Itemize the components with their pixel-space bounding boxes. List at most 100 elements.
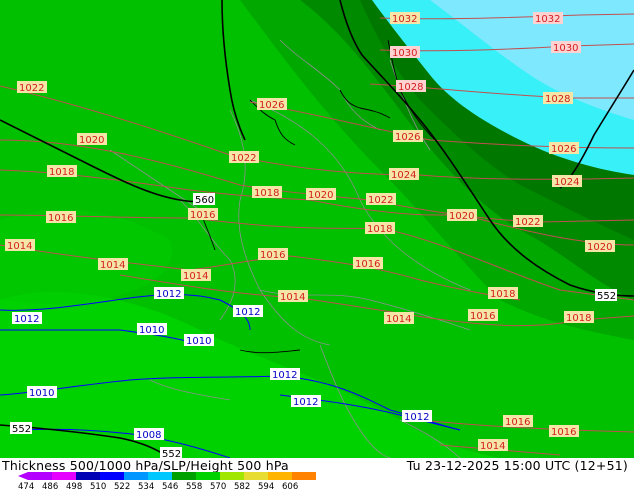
isobar-label: 1018 [488, 287, 518, 300]
svg-text:552: 552 [597, 291, 616, 302]
svg-text:1032: 1032 [392, 14, 417, 25]
svg-text:1030: 1030 [392, 48, 417, 59]
legend-swatch [268, 472, 292, 480]
isobar-label: 1016 [503, 415, 533, 428]
isobar-label: 1022 [366, 193, 396, 206]
height-label: 552 [160, 447, 182, 458]
isobar-label-blue: 1012 [154, 287, 184, 300]
isobar-label: 1018 [252, 186, 282, 199]
isobar-label-blue: 1012 [291, 395, 321, 408]
height-label: 552 [595, 289, 617, 302]
svg-text:1016: 1016 [48, 213, 73, 224]
isobar-label: 1026 [549, 142, 579, 155]
valid-time: Tu 23-12-2025 15:00 UTC (12+51) [406, 458, 628, 473]
isobar-label: 1020 [306, 188, 336, 201]
legend-swatch [196, 472, 220, 480]
svg-text:1020: 1020 [308, 190, 333, 201]
svg-text:1024: 1024 [391, 170, 416, 181]
svg-text:1014: 1014 [100, 260, 125, 271]
svg-text:1016: 1016 [355, 259, 380, 270]
legend-swatch [220, 472, 244, 480]
legend-swatch [172, 472, 196, 480]
svg-text:1016: 1016 [551, 427, 576, 438]
legend-arrow [18, 472, 28, 480]
isobar-label: 1018 [365, 222, 395, 235]
isobar-label: 1030 [551, 41, 581, 54]
isobar-label: 1028 [396, 80, 426, 93]
svg-text:1022: 1022 [515, 217, 540, 228]
legend-tick-label: 594 [258, 482, 274, 490]
legend-tick-label: 606 [282, 482, 298, 490]
svg-text:1024: 1024 [554, 177, 579, 188]
legend-swatch [76, 472, 100, 480]
svg-text:1026: 1026 [259, 100, 284, 111]
isobar-label: 1016 [353, 257, 383, 270]
isobar-label: 1024 [389, 168, 419, 181]
svg-text:1026: 1026 [395, 132, 420, 143]
isobar-label-blue: 1012 [12, 312, 42, 325]
svg-text:1014: 1014 [183, 271, 208, 282]
isobar-label-blue: 1010 [27, 386, 57, 399]
legend-tick-label: 582 [234, 482, 250, 490]
legend-tick-label: 522 [114, 482, 130, 490]
svg-text:1028: 1028 [545, 94, 570, 105]
isobar-label: 1032 [533, 12, 563, 25]
svg-text:1022: 1022 [368, 195, 393, 206]
isobar-label-blue: 1010 [137, 323, 167, 336]
legend-swatch [292, 472, 316, 480]
isobar-label: 1016 [188, 208, 218, 221]
svg-text:1016: 1016 [260, 250, 285, 261]
isobar-label: 1016 [258, 248, 288, 261]
legend-tick-label: 534 [138, 482, 154, 490]
isobar-label-blue: 1012 [402, 410, 432, 423]
svg-text:1022: 1022 [19, 83, 44, 94]
legend-tick-label: 558 [186, 482, 202, 490]
svg-text:1012: 1012 [404, 412, 429, 423]
svg-text:1018: 1018 [49, 167, 74, 178]
legend-swatch [52, 472, 76, 480]
isobar-label: 1022 [229, 151, 259, 164]
svg-text:1018: 1018 [566, 313, 591, 324]
height-label: 552 [10, 422, 32, 435]
isobar-label-blue: 1008 [134, 428, 164, 441]
isobar-label: 1014 [181, 269, 211, 282]
color-legend: 474 486 498 510 522 534 546 558 570 582 594 606 [18, 472, 316, 490]
legend-tick-label: 498 [66, 482, 82, 490]
isobar-label-blue: 1012 [270, 368, 300, 381]
svg-text:1018: 1018 [367, 224, 392, 235]
svg-text:1010: 1010 [186, 336, 211, 347]
isobar-label: 1020 [585, 240, 615, 253]
isobar-label: 1028 [543, 92, 573, 105]
legend-tick-label: 570 [210, 482, 226, 490]
isobar-label: 1020 [77, 133, 107, 146]
isobar-label: 1020 [447, 209, 477, 222]
isobar-label: 1024 [552, 175, 582, 188]
svg-text:1010: 1010 [139, 325, 164, 336]
isobar-label: 1016 [46, 211, 76, 224]
isobar-label: 1022 [17, 81, 47, 94]
svg-text:1012: 1012 [14, 314, 39, 325]
svg-text:1014: 1014 [280, 292, 305, 303]
legend-tick-label: 474 [18, 482, 34, 490]
svg-text:1012: 1012 [293, 397, 318, 408]
svg-text:552: 552 [12, 424, 31, 435]
svg-text:1014: 1014 [7, 241, 32, 252]
height-label: 560 [193, 193, 215, 206]
legend-swatch [124, 472, 148, 480]
svg-text:1010: 1010 [29, 388, 54, 399]
isobar-label-blue: 1012 [233, 305, 263, 318]
svg-text:1008: 1008 [136, 430, 161, 441]
isobar-label: 1016 [549, 425, 579, 438]
isobar-label: 1026 [257, 98, 287, 111]
svg-text:1012: 1012 [235, 307, 260, 318]
svg-text:1018: 1018 [490, 289, 515, 300]
isobar-label: 1032 [390, 12, 420, 25]
svg-text:552: 552 [162, 449, 181, 458]
legend-swatch [244, 472, 268, 480]
isobar-label: 1018 [564, 311, 594, 324]
isobar-label-blue: 1010 [184, 334, 214, 347]
svg-text:560: 560 [195, 195, 214, 206]
legend-tick-label: 546 [162, 482, 178, 490]
svg-text:1020: 1020 [79, 135, 104, 146]
isobar-label: 1014 [384, 312, 414, 325]
